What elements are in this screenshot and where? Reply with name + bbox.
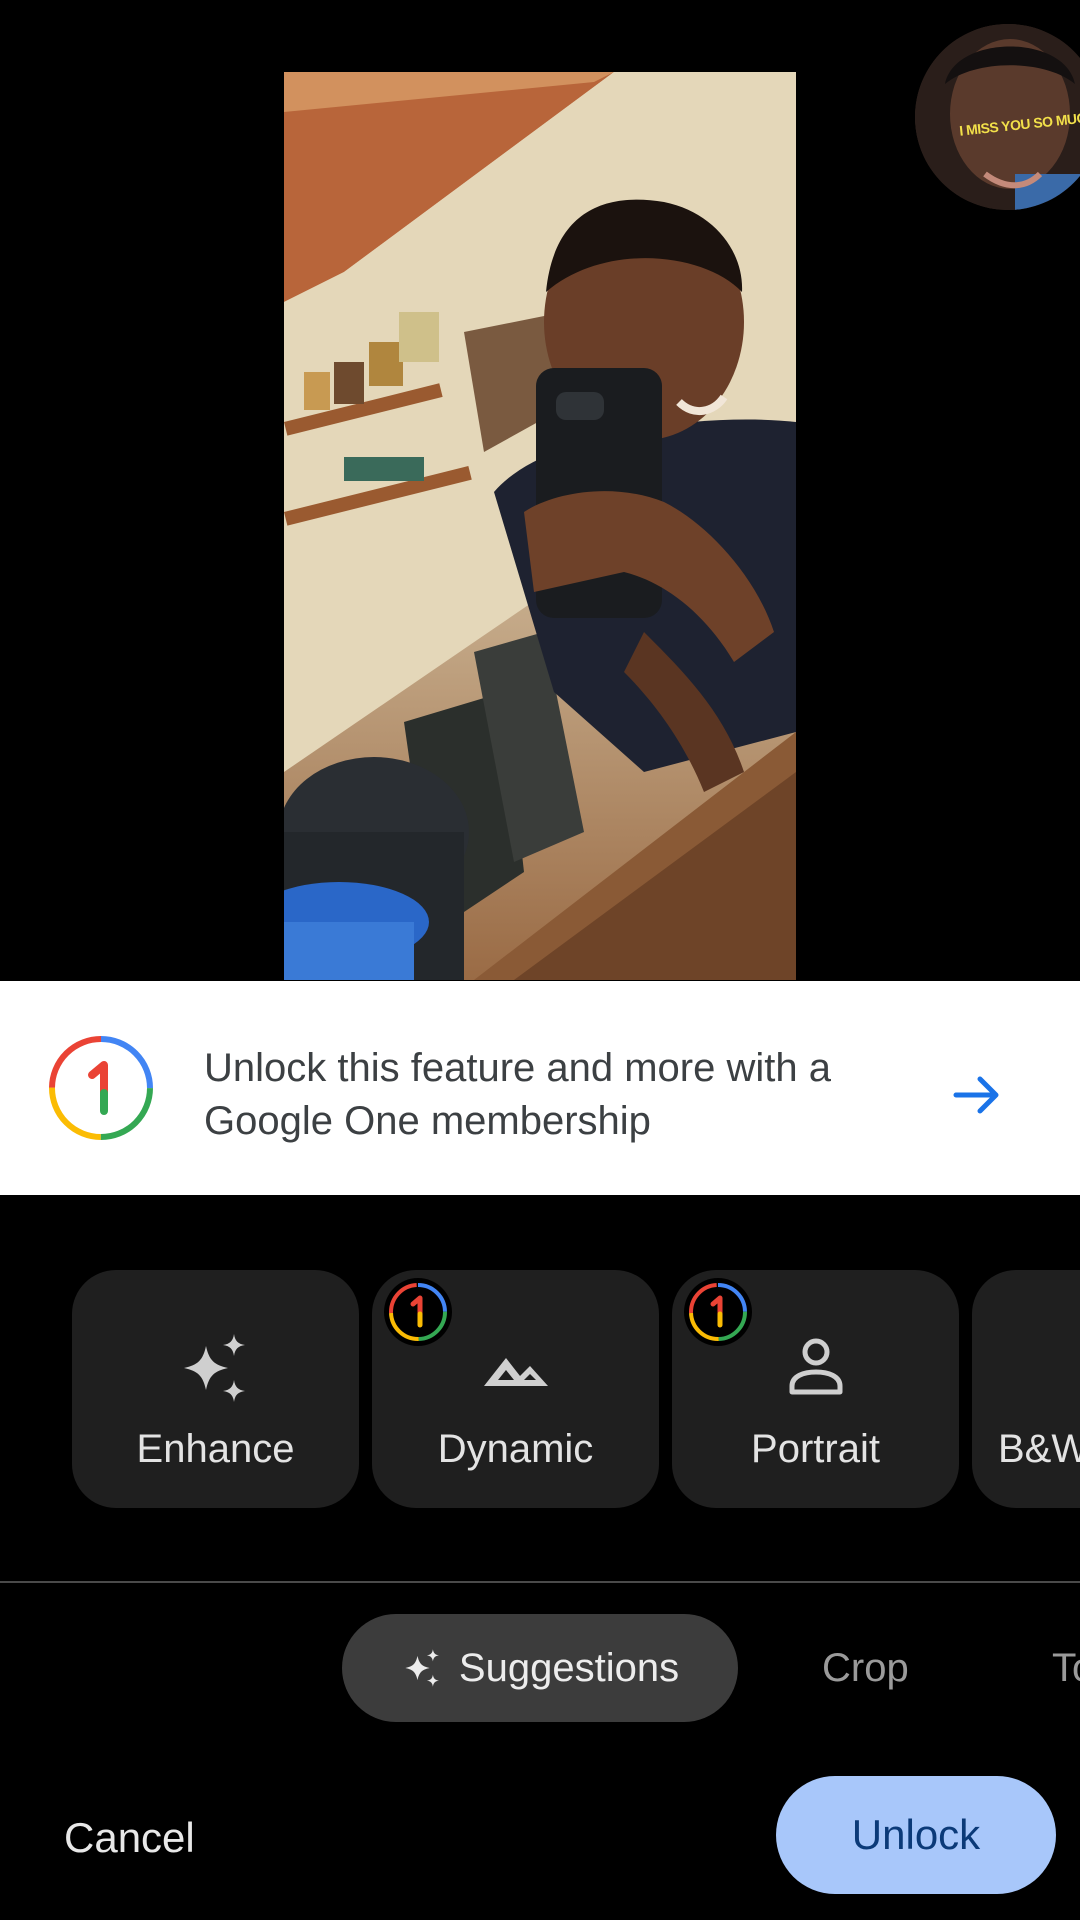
person-icon [789,1338,842,1395]
sparkles-icon [405,1649,439,1687]
chip-label: Enhance [136,1427,295,1471]
divider [0,1581,1080,1583]
suggestion-bw[interactable]: B&W [972,1270,1080,1508]
tab-suggestions[interactable]: Suggestions [342,1614,738,1722]
tab-tools[interactable]: To [1052,1646,1080,1691]
mountain-icon [483,1358,548,1386]
google-one-badge-icon [684,1278,752,1346]
unlock-label: Unlock [851,1811,981,1858]
cancel-button[interactable]: Cancel [64,1814,195,1862]
google-one-banner[interactable]: Unlock this feature and more with a Goog… [0,981,1080,1195]
sparkles-icon [183,1334,245,1402]
suggestion-portrait[interactable]: Portrait [672,1270,959,1508]
chip-label: Portrait [751,1427,880,1471]
floating-avatar-bubble[interactable]: I MISS YOU SO MUCH [915,24,1080,210]
tab-crop[interactable]: Crop [822,1646,909,1691]
unlock-button[interactable]: Unlock [776,1776,1056,1894]
chip-label: B&W [998,1427,1080,1471]
chip-label: Dynamic [437,1427,594,1471]
arrow-right-icon[interactable] [950,1067,1006,1123]
google-one-badge-icon [384,1278,452,1346]
google-one-logo-icon [49,1036,153,1140]
banner-text: Unlock this feature and more with a Goog… [204,1046,831,1143]
tab-label: Suggestions [458,1645,680,1690]
suggestion-enhance[interactable]: Enhance [72,1270,359,1508]
suggestion-dynamic[interactable]: Dynamic [372,1270,659,1508]
photo-editor-screen: I MISS YOU SO MUCH Unlock this feature a… [0,0,1080,1920]
edited-photo[interactable] [284,72,796,980]
